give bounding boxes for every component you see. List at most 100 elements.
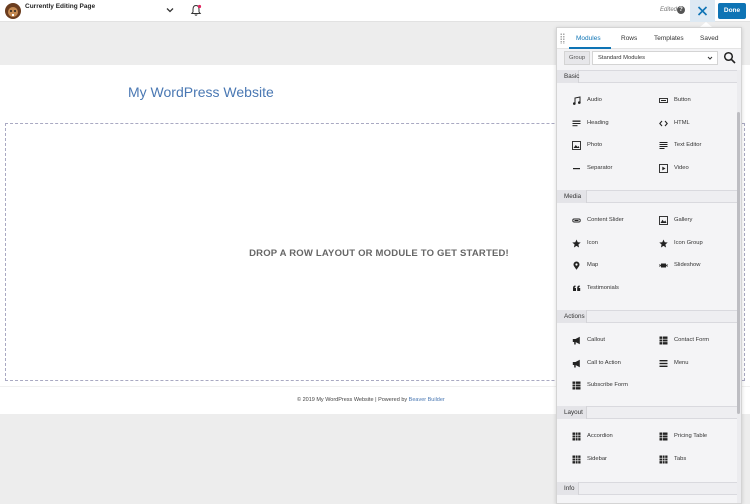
module-button[interactable]: Button — [659, 95, 739, 107]
table-icon — [659, 432, 668, 441]
module-accordion[interactable]: Accordion — [572, 431, 652, 443]
footer-link[interactable]: Beaver Builder — [409, 397, 445, 403]
section-title: Actions — [564, 313, 585, 320]
module-label: Call to Action — [587, 359, 621, 366]
module-call-to-action[interactable]: Call to Action — [572, 358, 652, 370]
separator-icon — [573, 168, 580, 170]
module-pricing-table[interactable]: Pricing Table — [659, 431, 739, 443]
tab-modules[interactable]: Modules — [576, 35, 601, 42]
module-audio[interactable]: Audio — [572, 95, 652, 107]
drag-handle-icon[interactable] — [560, 33, 565, 44]
footer-text: © 2019 My WordPress Website | Powered by… — [297, 397, 445, 403]
chevron-down-icon[interactable] — [165, 5, 175, 15]
module-label: Callout — [587, 337, 606, 343]
module-menu[interactable]: Menu — [659, 358, 739, 370]
module-label: Separator — [587, 165, 613, 172]
module-text-editor[interactable]: Text Editor — [659, 140, 739, 152]
section-title: Media — [564, 193, 582, 200]
scrollbar-thumb[interactable] — [737, 112, 740, 414]
group-select-value: Standard Modules — [598, 55, 646, 61]
slideshow-icon — [659, 263, 668, 268]
site-title[interactable]: My WordPress Website — [128, 84, 274, 100]
module-label: Pricing Table — [674, 433, 708, 439]
module-icon-group[interactable]: Icon Group — [659, 238, 739, 250]
module-label: Contact Form — [674, 337, 710, 343]
code-icon — [659, 120, 668, 127]
group-label: Group — [564, 51, 590, 65]
section-header-info[interactable]: Info — [557, 482, 737, 495]
table-icon — [572, 381, 581, 390]
beaver-logo-icon[interactable] — [4, 2, 22, 20]
module-sidebar[interactable]: Sidebar — [572, 454, 652, 466]
close-panel-button[interactable] — [690, 0, 715, 22]
module-subscribe-form[interactable]: Subscribe Form — [572, 380, 652, 392]
heading-icon — [572, 120, 581, 126]
quote-icon — [573, 285, 581, 292]
edited-status: Edited — [660, 7, 678, 13]
slider-icon — [572, 218, 581, 223]
module-content-slider[interactable]: Content Slider — [572, 215, 652, 227]
button-icon — [659, 98, 668, 103]
star-icon — [572, 239, 581, 248]
module-label: Tabs — [674, 455, 687, 462]
map-pin-icon — [573, 261, 580, 271]
help-icon[interactable]: ? — [677, 6, 685, 14]
gallery-icon — [659, 216, 668, 225]
top-bar: Currently Editing Page Edited ? Done — [0, 0, 750, 22]
close-icon — [697, 6, 708, 16]
module-photo[interactable]: Photo — [572, 140, 652, 152]
grid-icon — [572, 455, 581, 464]
section-title: Layout — [564, 409, 583, 416]
group-select[interactable]: Standard Modules — [592, 51, 718, 65]
module-separator[interactable]: Separator — [572, 163, 652, 175]
module-label: Menu — [674, 359, 689, 366]
modules-list[interactable]: Basic Audio Button Heading HTML Photo Text Edi… — [557, 70, 739, 503]
page-title[interactable]: Currently Editing Page — [25, 3, 95, 10]
module-tabs[interactable]: Tabs — [659, 454, 739, 466]
chevron-down-icon — [707, 56, 713, 60]
music-note-icon — [573, 96, 581, 105]
module-heading[interactable]: Heading — [572, 118, 652, 130]
module-label: HTML — [674, 119, 690, 126]
module-label: Slideshow — [674, 262, 701, 269]
section-header-basic[interactable]: Basic — [557, 70, 737, 83]
star-icon — [659, 239, 668, 248]
module-label: Audio — [587, 97, 602, 103]
module-html[interactable]: HTML — [659, 118, 739, 130]
module-callout[interactable]: Callout — [572, 335, 652, 347]
module-icon[interactable]: Icon — [572, 238, 652, 250]
module-label: Map — [587, 262, 599, 269]
table-icon — [659, 336, 668, 345]
module-label: Subscribe Form — [587, 382, 628, 389]
module-label: Text Editor — [674, 142, 702, 149]
module-label: Photo — [587, 142, 603, 149]
tab-templates[interactable]: Templates — [654, 35, 684, 42]
modules-panel: Modules Rows Templates Saved Group Stand… — [556, 27, 742, 504]
module-slideshow[interactable]: Slideshow — [659, 260, 739, 272]
grid-icon — [572, 432, 581, 441]
module-label: Testimonials — [587, 285, 619, 292]
tab-saved[interactable]: Saved — [700, 35, 718, 42]
section-header-media[interactable]: Media — [557, 190, 737, 203]
text-editor-icon — [659, 142, 668, 150]
module-gallery[interactable]: Gallery — [659, 215, 739, 227]
module-testimonials[interactable]: Testimonials — [572, 283, 652, 295]
section-header-layout[interactable]: Layout — [557, 406, 737, 419]
grid-icon — [659, 455, 668, 464]
module-map[interactable]: Map — [572, 260, 652, 272]
module-video[interactable]: Video — [659, 163, 739, 175]
search-icon[interactable] — [723, 51, 736, 64]
module-label: Video — [674, 165, 689, 172]
footer-copyright: © 2019 My WordPress Website | Powered by — [297, 397, 409, 403]
module-contact-form[interactable]: Contact Form — [659, 335, 739, 347]
module-label: Icon Group — [674, 239, 703, 246]
section-header-actions[interactable]: Actions — [557, 310, 737, 323]
photo-icon — [572, 141, 581, 151]
group-filter: Group Standard Modules — [561, 51, 737, 65]
video-icon — [659, 164, 668, 174]
bell-icon[interactable] — [190, 4, 202, 17]
done-button[interactable]: Done — [718, 3, 746, 19]
menu-icon — [659, 359, 668, 367]
tab-rows[interactable]: Rows — [621, 35, 637, 42]
panel-tabs: Modules Rows Templates Saved — [557, 28, 741, 49]
